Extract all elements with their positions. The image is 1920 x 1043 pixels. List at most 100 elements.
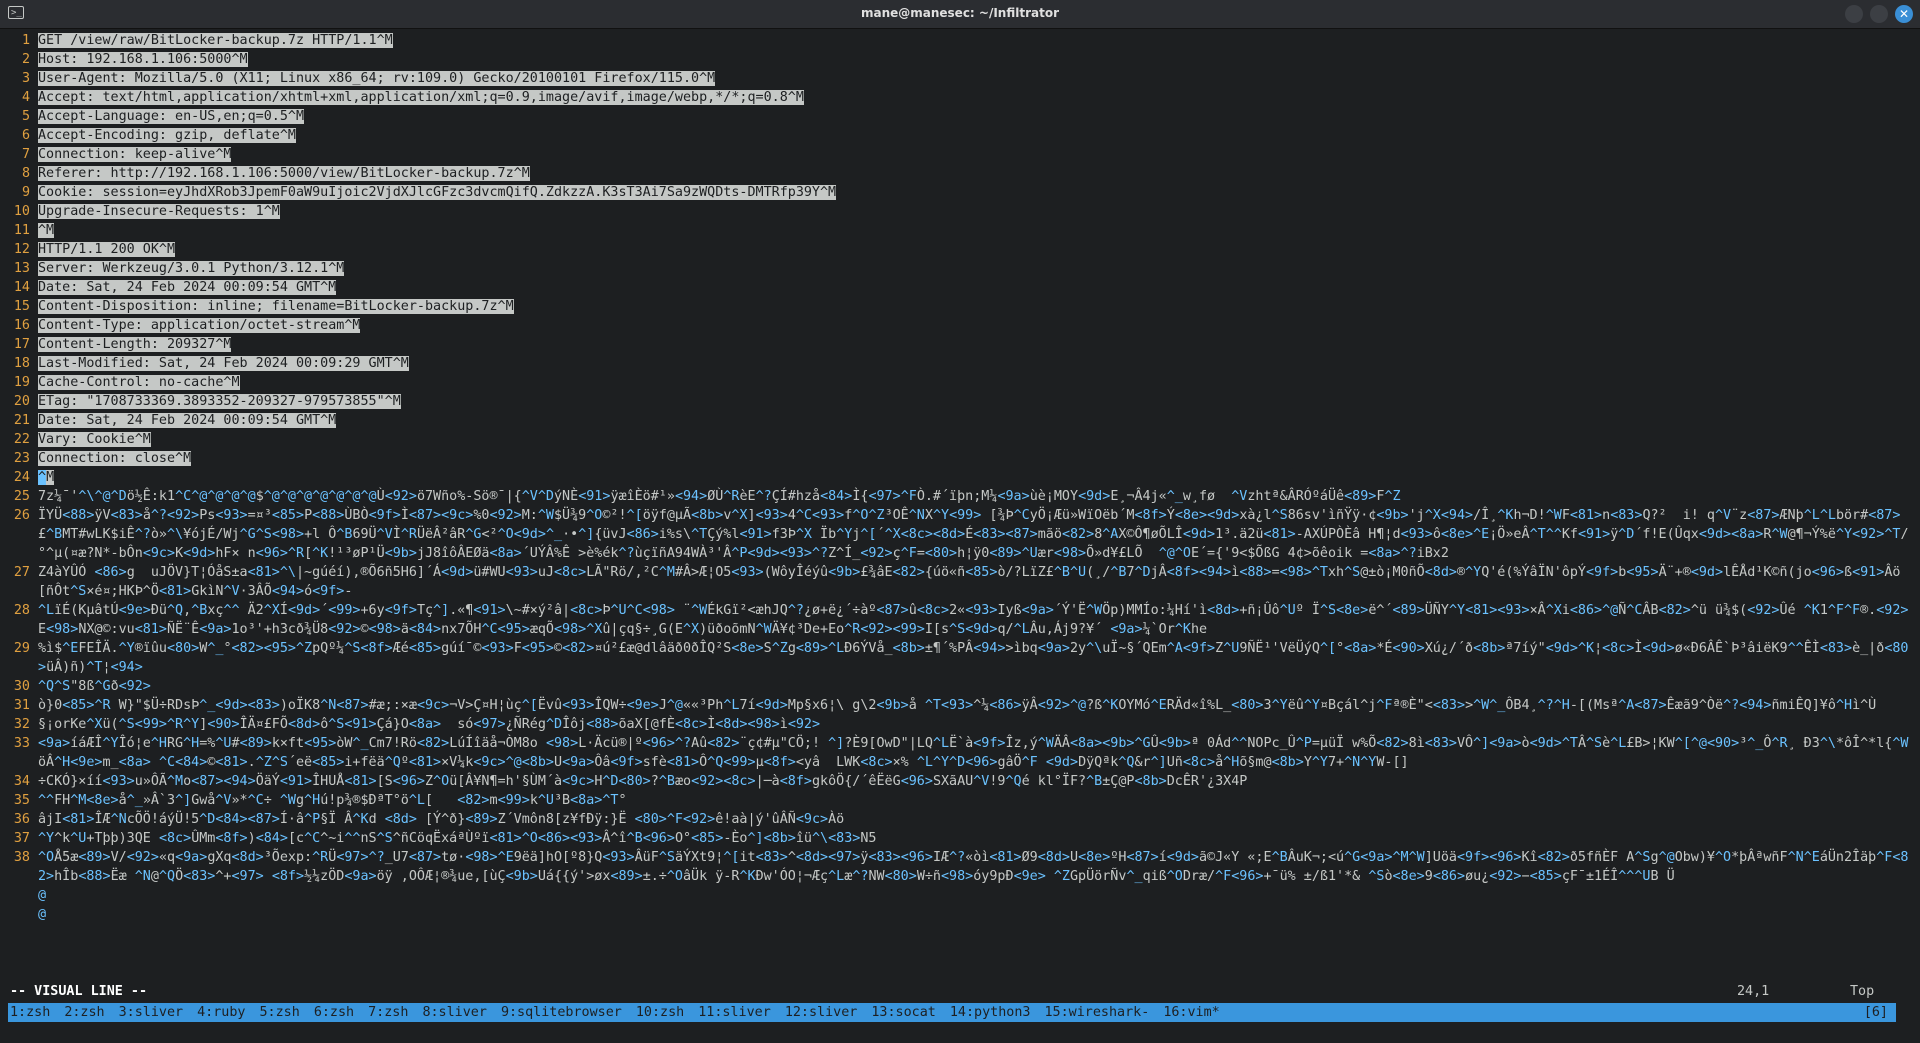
line-text: Referer: http://192.168.1.106:5000/view/… (38, 166, 530, 181)
editor-line: 25 7z¼¯'^\^@^Dö½Ê:k1^C^@^@^@^@$^@^@^@^@^@… (0, 487, 1910, 506)
line-text: Content-Disposition: inline; filename=Bi… (38, 299, 514, 314)
binary-line-text: ^^FH^M<8e>å^_»Â`3^]Gwå^V»*^C÷ ^Wg^Hú!p¾®… (38, 793, 627, 808)
editor-line: 15 Content-Disposition: inline; filename=… (0, 297, 1910, 316)
tmux-window-tab[interactable]: 12:sliver (785, 1003, 858, 1022)
editor-line: 9 Cookie: session=eyJhdXRob3JpemF0aW9uIjo… (0, 183, 1910, 202)
line-text: Connection: close^M (38, 451, 192, 466)
line-number: 3 (21, 71, 30, 86)
line-number: 8 (21, 166, 30, 181)
binary-line-text: 7z¼¯'^\^@^Dö½Ê:k1^C^@^@^@^@$^@^@^@^@^@^@… (38, 489, 1401, 504)
line-number: 25 (13, 489, 30, 504)
line-number: 26 (13, 508, 30, 523)
editor-line: 3 User-Agent: Mozilla/5.0 (X11; Linux x86… (0, 69, 1910, 88)
tmux-window-tab[interactable]: 9:sqlitebrowser (501, 1003, 622, 1022)
tmux-status-bar: 1:zsh 2:zsh 3:sliver 4:ruby 5:zsh 6:zsh 7:zsh 8… (8, 1003, 1896, 1022)
scroll-position: Top (1850, 984, 1875, 999)
tmux-window-tab[interactable]: 8:sliver (422, 1003, 487, 1022)
binary-line-text: Z4àYÛÓ <86>g uJÖV}T¦ÓåS±a<81>^\|~gúéí),®… (38, 565, 1901, 599)
line-number: 20 (13, 394, 30, 409)
editor-line: 26 ÏYÜ<88>ÿV<83>å^?<92>Ps<93>=¤³<85>P<88>… (0, 506, 1910, 563)
line-text: Cookie: session=eyJhdXRob3JpemF0aW9uIjoi… (38, 185, 837, 200)
line-number: 30 (13, 679, 30, 694)
line-number: 23 (13, 451, 30, 466)
editor-line: 10 Upgrade-Insecure-Requests: 1^M (0, 202, 1910, 221)
close-button[interactable]: ✕ (1895, 5, 1913, 23)
editor-line: 34 ÷CKÓ}×íí<93>u»ÔÃ^Mo<87><94>ÖäÝ<91>ÎHUÅ… (0, 772, 1910, 791)
line-number: 28 (13, 603, 30, 618)
editor-line: 11 ^M (0, 221, 1910, 240)
tmux-window-tab[interactable]: 3:sliver (119, 1003, 184, 1022)
tmux-window-tab[interactable]: 10:zsh (636, 1003, 684, 1022)
tmux-window-tab[interactable]: 2:zsh (64, 1003, 104, 1022)
line-number: 9 (21, 185, 30, 200)
line-number: 22 (13, 432, 30, 447)
line-text: Accept-Language: en-US,en;q=0.5^M (38, 109, 305, 124)
line-text: Vary: Cookie^M (38, 432, 151, 447)
line-text: Connection: keep-alive^M (38, 147, 232, 162)
line-text: Host: 192.168.1.106:5000^M (38, 52, 248, 67)
line-text: Content-Type: application/octet-stream^M (38, 318, 361, 333)
vim-mode: -- VISUAL LINE -- (10, 984, 148, 999)
line-number: 37 (13, 831, 30, 846)
editor-line: 19 Cache-Control: no-cache^M (0, 373, 1910, 392)
tmux-window-tab[interactable]: 16:vim* (1163, 1003, 1219, 1022)
tmux-window-tab[interactable]: 11:sliver (698, 1003, 771, 1022)
title-bar: >_ mane@manesec: ~/Infiltrator ✕ (0, 0, 1920, 29)
selected-lines: 1 GET /view/raw/BitLocker-backup.7z HTTP/… (0, 31, 1910, 468)
binary-line-text: <9a>íáÆÎ^YÎó¦e^HRG^H=%^U#<89>k×ft<95>òW^… (38, 736, 1909, 770)
tmux-window-tab[interactable]: 15:wireshark- (1045, 1003, 1150, 1022)
maximize-button[interactable] (1870, 5, 1888, 23)
binary-line-text: ÷CKÓ}×íí<93>u»ÔÃ^Mo<87><94>ÖäÝ<91>ÎHUÅ<8… (38, 774, 1248, 789)
line-text: ETag: "1708733369.3893352-209327-9795738… (38, 394, 401, 409)
line-number: 10 (13, 204, 30, 219)
editor-line: 32 §¡orKe^Xü(^S<99>^R^Y]<90>ÎÄ¤£FÕ<8d>ô^S… (0, 715, 1910, 734)
tmux-session-indicator: [6] (1863, 1005, 1888, 1020)
tmux-window-tab[interactable]: 13:socat (871, 1003, 936, 1022)
editor-line: 13 Server: Werkzeug/3.0.1 Python/3.12.1^M (0, 259, 1910, 278)
line-text: Cache-Control: no-cache^M (38, 375, 240, 390)
editor-line: 6 Accept-Encoding: gzip, deflate^M (0, 126, 1910, 145)
line-number: 1 (21, 33, 30, 48)
editor-line: 20 ETag: "1708733369.3893352-209327-97957… (0, 392, 1910, 411)
tmux-window-tab[interactable]: 4:ruby (197, 1003, 245, 1022)
line-number: 19 (13, 375, 30, 390)
binary-line-text: ò}0<85>^R W}"$Ü÷RDsÞ^_<9d><83>)oÏK8^N<87… (38, 698, 1877, 713)
binary-line-text: ^Y^k^U+Tþþ)3QE <8c>ÛMm<8f>)<84>[c^C^~i^^… (38, 831, 877, 846)
editor-line: 17 Content-Length: 209327^M (0, 335, 1910, 354)
line-text: Upgrade-Insecure-Requests: 1^M (38, 204, 280, 219)
line-number: 36 (13, 812, 30, 827)
editor-line: 29 %ì$^EFEÎÄ.^Y®ïûu<80>W^_°<82><95>^ZpQº¼… (0, 639, 1910, 677)
line-text: ^M (38, 223, 55, 238)
editor-line: 4 Accept: text/html,application/xhtml+xml… (0, 88, 1910, 107)
line-number: 11 (13, 223, 30, 238)
cursor-position: 24,1 (1737, 984, 1770, 999)
binary-line-text: âjI<81>ÎÆ^NcÕÖ!áýÜ!5^D<84><87>Í·â^P§Ï Â^… (38, 812, 845, 827)
line-number: 31 (13, 698, 30, 713)
line-text: Accept: text/html,application/xhtml+xml,… (38, 90, 804, 105)
tmux-window-tab[interactable]: 14:python3 (950, 1003, 1031, 1022)
tmux-window-tab[interactable]: 7:zsh (368, 1003, 408, 1022)
editor-line: 1 GET /view/raw/BitLocker-backup.7z HTTP/… (0, 31, 1910, 50)
editor-line: 14 Date: Sat, 24 Feb 2024 00:09:54 GMT^M (0, 278, 1910, 297)
empty-line-marker: @ (38, 907, 47, 922)
line-text: GET /view/raw/BitLocker-backup.7z HTTP/1… (38, 33, 393, 48)
binary-line-text: ÏYÜ<88>ÿV<83>å^?<92>Ps<93>=¤³<85>P<88>ÙB… (38, 508, 1909, 561)
line-number: 18 (13, 356, 30, 371)
editor-line: 37 ^Y^k^U+Tþþ)3QE <8c>ÛMm<8f>)<84>[c^C^~i… (0, 829, 1910, 848)
editor-line: 21 Date: Sat, 24 Feb 2024 00:09:54 GMT^M (0, 411, 1910, 430)
editor-line: 7 Connection: keep-alive^M (0, 145, 1910, 164)
line-number: 7 (21, 147, 30, 162)
tmux-window-tab[interactable]: 5:zsh (260, 1003, 300, 1022)
line-number: 27 (13, 565, 30, 580)
line-number: 4 (21, 90, 30, 105)
minimize-button[interactable] (1845, 5, 1863, 23)
editor-line: 30 ^Q^S"8ß^Gð<92> (0, 677, 1910, 696)
tmux-window-tab[interactable]: 6:zsh (314, 1003, 354, 1022)
editor-line: 28 ^LïÉ(KµâtÚ<9e>Ðü^Q,^Bxç^^ Ä2^XÍ<9d>´<9… (0, 601, 1910, 639)
vim-editor[interactable]: 1 GET /view/raw/BitLocker-backup.7z HTTP/… (0, 31, 1910, 981)
editor-line: 36 âjI<81>ÎÆ^NcÕÖ!áýÜ!5^D<84><87>Í·â^P§Ï … (0, 810, 1910, 829)
line-number: 2 (21, 52, 30, 67)
line-number: 24 (13, 470, 30, 485)
line-text: HTTP/1.1 200 OK^M (38, 242, 176, 257)
tmux-window-tab[interactable]: 1:zsh (10, 1003, 50, 1022)
